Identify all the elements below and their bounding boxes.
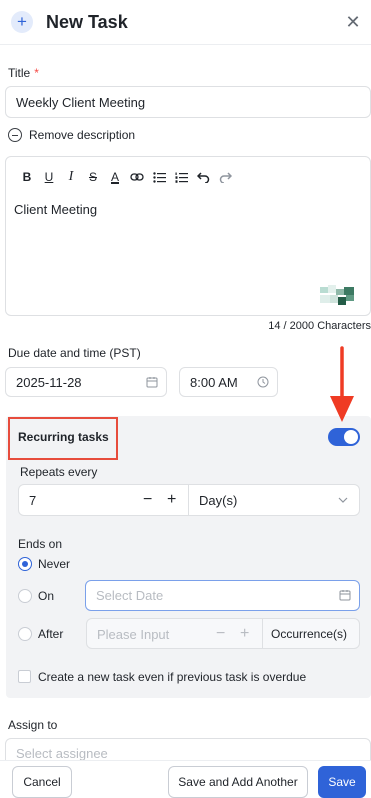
repeats-every-label: Repeats every [20, 465, 98, 479]
remove-description-label: Remove description [29, 128, 136, 142]
occurrence-divider [262, 619, 263, 648]
ends-on-option-label: On [38, 589, 55, 603]
chevron-down-icon [338, 497, 348, 503]
calendar-icon [146, 377, 158, 388]
editor-toolbar: B U I S A [16, 169, 236, 185]
underline-button[interactable]: U [38, 169, 60, 185]
undo-icon[interactable] [192, 169, 214, 185]
repeat-count-stepper[interactable]: 7 − + [19, 485, 189, 515]
toggle-knob [344, 430, 358, 444]
link-icon[interactable] [126, 169, 148, 185]
description-content: Client Meeting [14, 202, 98, 217]
remove-description-button[interactable]: Remove description [8, 128, 135, 142]
due-time-input[interactable]: 8:00 AM [179, 367, 278, 397]
assignee-placeholder: Select assignee [16, 745, 108, 761]
end-date-placeholder: Select Date [96, 588, 164, 603]
save-and-add-another-button[interactable]: Save and Add Another [168, 766, 308, 798]
overdue-label: Create a new task even if previous task … [38, 670, 307, 684]
occurrence-placeholder: Please Input [97, 627, 170, 642]
modal-title: New Task [46, 12, 128, 32]
occurrence-increment[interactable]: + [240, 625, 249, 643]
title-label: Title * [8, 66, 39, 80]
recurring-title: Recurring tasks [18, 430, 109, 444]
clock-icon [257, 376, 269, 388]
modal-header: + New Task ✕ [0, 0, 371, 44]
ends-never-label: Never [38, 557, 71, 571]
character-count: 14 / 2000 Characters [268, 320, 371, 332]
repeat-interval-control: 7 − + Day(s) [18, 484, 360, 516]
minus-circle-icon [8, 128, 22, 142]
italic-button[interactable]: I [60, 169, 82, 185]
calendar-icon [339, 590, 351, 601]
text-color-button[interactable]: A [104, 169, 126, 185]
due-date-value: 2025-11-28 [16, 374, 82, 390]
bullet-list-icon[interactable] [148, 169, 170, 185]
title-label-text: Title [8, 66, 31, 80]
save-button[interactable]: Save [318, 766, 366, 798]
close-icon[interactable]: ✕ [341, 10, 365, 34]
cancel-button[interactable]: Cancel [12, 766, 72, 798]
occurrence-decrement[interactable]: − [216, 625, 225, 643]
red-arrow-annotation [330, 346, 354, 422]
header-divider [0, 44, 371, 45]
due-date-label: Due date and time (PST) [8, 346, 141, 360]
ends-after-label: After [38, 627, 64, 641]
repeat-unit-value: Day(s) [199, 492, 238, 508]
ends-after-radio[interactable] [18, 627, 32, 641]
occurrence-unit-label: Occurrence(s) [271, 627, 348, 641]
title-input-value: Weekly Client Meeting [16, 94, 146, 110]
ends-on-label: Ends on [18, 537, 63, 551]
redo-icon[interactable] [214, 169, 236, 185]
blurred-image-thumbnail [320, 285, 354, 305]
title-input[interactable]: Weekly Client Meeting [5, 86, 371, 118]
due-time-value: 8:00 AM [190, 374, 238, 390]
assign-to-label: Assign to [8, 718, 58, 732]
ends-on-radio[interactable] [18, 589, 32, 603]
due-date-input[interactable]: 2025-11-28 [5, 367, 167, 397]
description-editor[interactable]: B U I S A Client Meeting [5, 156, 371, 316]
overdue-checkbox[interactable] [18, 670, 31, 683]
repeat-unit-select[interactable]: Day(s) [189, 485, 359, 515]
required-mark: * [34, 66, 39, 80]
occurrence-stepper[interactable]: Please Input − + Occurrence(s) [86, 618, 360, 649]
ends-never-radio[interactable] [18, 557, 32, 571]
repeat-count-value: 7 [29, 492, 37, 508]
increment-button[interactable]: + [167, 491, 176, 509]
bold-button[interactable]: B [16, 169, 38, 185]
decrement-button[interactable]: − [143, 491, 152, 509]
recurring-toggle[interactable] [328, 428, 360, 446]
numbered-list-icon[interactable] [170, 169, 192, 185]
footer-divider [0, 760, 371, 761]
end-date-input[interactable]: Select Date [85, 580, 360, 611]
plus-circle-icon: + [11, 11, 33, 33]
strikethrough-button[interactable]: S [82, 169, 104, 185]
